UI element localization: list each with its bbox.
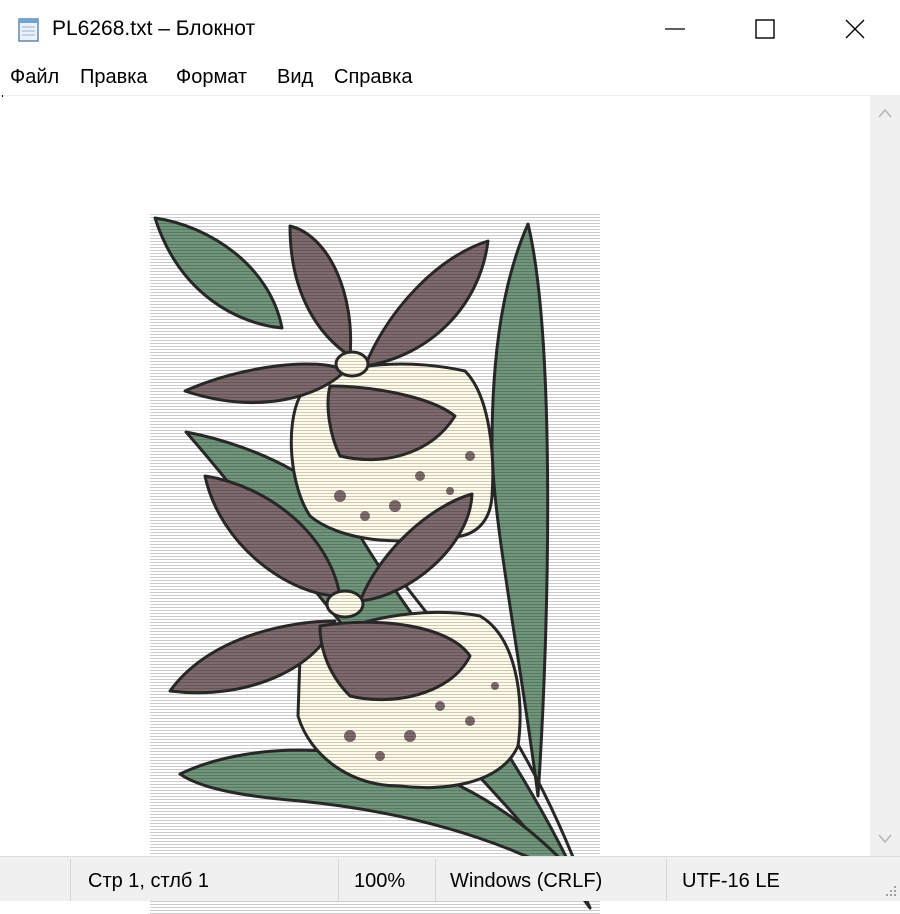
line-ending: Windows (CRLF)	[450, 870, 603, 892]
cursor-position: Стр 1, стлб 1	[88, 870, 210, 892]
text-editor-area[interactable]	[0, 95, 870, 914]
orchid-ascii-art	[150, 214, 600, 914]
menu-file[interactable]: Файл	[10, 62, 59, 92]
zoom-level: 100%	[354, 870, 406, 892]
minimize-icon	[665, 28, 685, 30]
text-caret	[2, 95, 3, 97]
menu-view[interactable]: Вид	[277, 62, 313, 92]
resize-grip-icon[interactable]	[880, 880, 898, 898]
status-divider	[70, 859, 71, 901]
maximize-button[interactable]	[720, 0, 810, 58]
close-icon	[845, 19, 865, 39]
encoding: UTF-16 LE	[682, 870, 780, 892]
close-button[interactable]	[810, 0, 900, 58]
menu-bar: Файл Правка Формат Вид Справка	[0, 62, 900, 92]
status-divider	[666, 859, 667, 901]
minimize-button[interactable]	[630, 0, 720, 58]
title-bar[interactable]: PL6268.txt – Блокнот	[0, 0, 900, 58]
window-title: PL6268.txt – Блокнот	[52, 17, 256, 40]
notepad-icon	[18, 18, 39, 42]
status-divider	[435, 859, 436, 901]
vertical-scrollbar[interactable]	[870, 95, 900, 856]
maximize-icon	[755, 19, 775, 39]
menu-help[interactable]: Справка	[334, 62, 412, 92]
scroll-up-icon[interactable]	[877, 107, 893, 119]
scroll-down-icon[interactable]	[877, 833, 893, 845]
menu-format[interactable]: Формат	[176, 62, 247, 92]
menu-edit[interactable]: Правка	[80, 62, 148, 92]
status-divider	[338, 859, 339, 901]
status-bar: Стр 1, стлб 1 100% Windows (CRLF) UTF-16…	[0, 856, 900, 901]
